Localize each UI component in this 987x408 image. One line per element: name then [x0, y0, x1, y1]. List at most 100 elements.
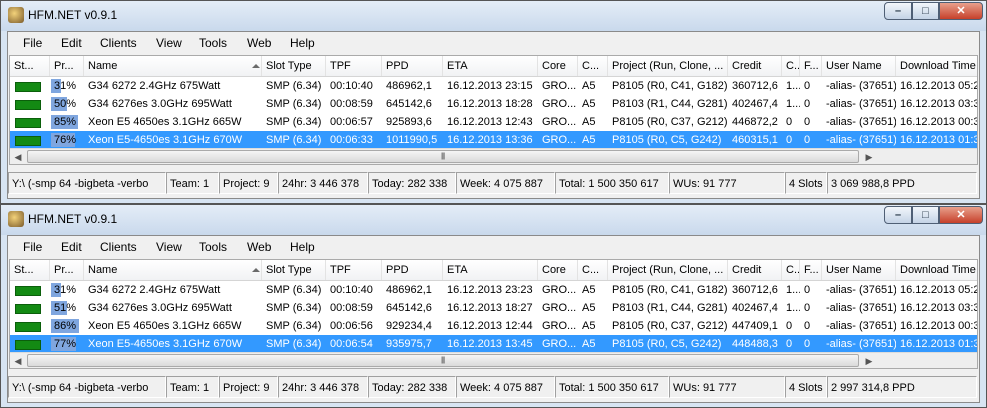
grid-row[interactable]: 77% Xeon E5-4650es 3.1GHz 670W SMP (6.34) 0…	[10, 335, 977, 353]
column-header[interactable]: Name	[84, 260, 262, 280]
title-bar[interactable]: HFM.NET v0.9.1 – □ ✕	[1, 1, 986, 31]
column-header[interactable]: F...	[800, 260, 822, 280]
menu-clients[interactable]: Clients	[100, 36, 137, 50]
column-header[interactable]: Download Time	[896, 260, 977, 280]
eta-cell: 16.12.2013 23:15	[447, 80, 533, 92]
credit-cell: 448488,3	[732, 338, 778, 350]
column-header[interactable]: C...	[578, 56, 608, 76]
status-indicator	[15, 286, 41, 296]
menu-web[interactable]: Web	[247, 240, 271, 254]
credit-cell: 446872,2	[732, 116, 778, 128]
hfm-app-icon	[8, 7, 24, 23]
scroll-left-icon[interactable]: ◀	[10, 353, 26, 368]
menu-file[interactable]: File	[23, 36, 42, 50]
grid-row[interactable]: 31% G34 6272 2.4GHz 675Watt SMP (6.34) 00:1…	[10, 281, 977, 299]
menu-clients[interactable]: Clients	[100, 240, 137, 254]
slot-type-cell: SMP (6.34)	[266, 284, 322, 296]
column-header[interactable]: User Name	[822, 56, 896, 76]
column-header[interactable]: Core	[538, 56, 578, 76]
grid-row[interactable]: 86% Xeon E5 4650es 3.1GHz 665W SMP (6.34) 0…	[10, 317, 977, 335]
grid-row[interactable]: 50% G34 6276es 3.0GHz 695Watt SMP (6.34) 00…	[10, 95, 977, 113]
column-header[interactable]: C...	[578, 260, 608, 280]
horizontal-scrollbar[interactable]: ◀ |||| ▶	[10, 352, 977, 368]
status-indicator	[15, 340, 41, 350]
column-header[interactable]: C...	[782, 56, 800, 76]
menu-edit[interactable]: Edit	[61, 36, 82, 50]
download-cell: 16.12.2013 01:39	[900, 338, 978, 350]
menu-web[interactable]: Web	[247, 36, 271, 50]
scroll-right-icon[interactable]: ▶	[861, 353, 877, 368]
eta-cell: 16.12.2013 23:23	[447, 284, 533, 296]
close-button[interactable]: ✕	[939, 206, 983, 224]
column-header[interactable]: C...	[782, 260, 800, 280]
scroll-right-icon[interactable]: ▶	[861, 149, 877, 164]
column-header[interactable]: User Name	[822, 260, 896, 280]
progress-text: 85%	[54, 116, 77, 128]
scrollbar-thumb[interactable]: ||||	[27, 354, 859, 367]
status-indicator	[15, 100, 41, 110]
project-cell: P8103 (R1, C44, G281)	[612, 302, 728, 314]
user-cell: -alias- (37651)	[826, 284, 896, 296]
user-cell: -alias- (37651)	[826, 134, 896, 146]
tpf-cell: 00:06:57	[330, 116, 373, 128]
app-window: HFM.NET v0.9.1 – □ ✕ File Edit Clients View Tool…	[0, 204, 987, 408]
column-header[interactable]: Pr...	[50, 260, 84, 280]
column-header[interactable]: TPF	[326, 56, 382, 76]
grid-row[interactable]: 31% G34 6272 2.4GHz 675Watt SMP (6.34) 00:1…	[10, 77, 977, 95]
menu-file[interactable]: File	[23, 240, 42, 254]
column-header[interactable]: Slot Type	[262, 56, 326, 76]
menu-view[interactable]: View	[156, 240, 182, 254]
column-header[interactable]: St...	[10, 260, 50, 280]
title-bar[interactable]: HFM.NET v0.9.1 – □ ✕	[1, 205, 986, 235]
menu-help[interactable]: Help	[290, 240, 315, 254]
credit-cell: 360712,6	[732, 80, 778, 92]
ppd-cell: 486962,1	[386, 80, 432, 92]
project-cell: P8105 (R0, C5, G242)	[612, 338, 722, 350]
tpf-cell: 00:06:56	[330, 320, 373, 332]
c2-cell: 0	[786, 320, 793, 332]
column-header[interactable]: F...	[800, 56, 822, 76]
horizontal-scrollbar[interactable]: ◀ |||| ▶	[10, 148, 977, 164]
column-header[interactable]: Credit	[728, 56, 782, 76]
progress-cell: 31%	[50, 281, 84, 299]
column-header[interactable]: St...	[10, 56, 50, 76]
menu-tools[interactable]: Tools	[199, 240, 227, 254]
clients-grid[interactable]: St... Pr... Name Slot Type TPF PPD ETA Core C...…	[9, 55, 978, 165]
column-header[interactable]: Name	[84, 56, 262, 76]
status-indicator	[15, 322, 41, 332]
maximize-button[interactable]: □	[912, 2, 939, 20]
download-cell: 16.12.2013 05:27	[900, 80, 978, 92]
menu-help[interactable]: Help	[290, 36, 315, 50]
menu-edit[interactable]: Edit	[61, 240, 82, 254]
minimize-button[interactable]: –	[884, 206, 912, 224]
status-slots: 4 Slots	[785, 376, 827, 398]
window-title: HFM.NET v0.9.1	[28, 8, 118, 22]
column-header[interactable]: PPD	[382, 56, 443, 76]
progress-text: 31%	[54, 80, 77, 92]
ppd-cell: 925893,6	[386, 116, 432, 128]
clients-grid[interactable]: St... Pr... Name Slot Type TPF PPD ETA Core C...…	[9, 259, 978, 369]
scroll-left-icon[interactable]: ◀	[10, 149, 26, 164]
grid-row[interactable]: 85% Xeon E5 4650es 3.1GHz 665W SMP (6.34) 0…	[10, 113, 977, 131]
maximize-button[interactable]: □	[912, 206, 939, 224]
grid-row[interactable]: 51% G34 6276es 3.0GHz 695Watt SMP (6.34) 00…	[10, 299, 977, 317]
close-button[interactable]: ✕	[939, 2, 983, 20]
column-header[interactable]: Slot Type	[262, 260, 326, 280]
progress-text: 86%	[54, 320, 77, 332]
menu-tools[interactable]: Tools	[199, 36, 227, 50]
column-header[interactable]: Pr...	[50, 56, 84, 76]
column-header[interactable]: Project (Run, Clone, ...	[608, 56, 728, 76]
column-header[interactable]: ETA	[443, 56, 538, 76]
column-header[interactable]: ETA	[443, 260, 538, 280]
column-header[interactable]: Core	[538, 260, 578, 280]
name-cell: G34 6272 2.4GHz 675Watt	[88, 80, 221, 92]
column-header[interactable]: Download Time	[896, 56, 977, 76]
scrollbar-thumb[interactable]: ||||	[27, 150, 859, 163]
column-header[interactable]: Project (Run, Clone, ...	[608, 260, 728, 280]
grid-row[interactable]: 76% Xeon E5-4650es 3.1GHz 670W SMP (6.34) 0…	[10, 131, 977, 149]
column-header[interactable]: Credit	[728, 260, 782, 280]
column-header[interactable]: PPD	[382, 260, 443, 280]
column-header[interactable]: TPF	[326, 260, 382, 280]
menu-view[interactable]: View	[156, 36, 182, 50]
minimize-button[interactable]: –	[884, 2, 912, 20]
